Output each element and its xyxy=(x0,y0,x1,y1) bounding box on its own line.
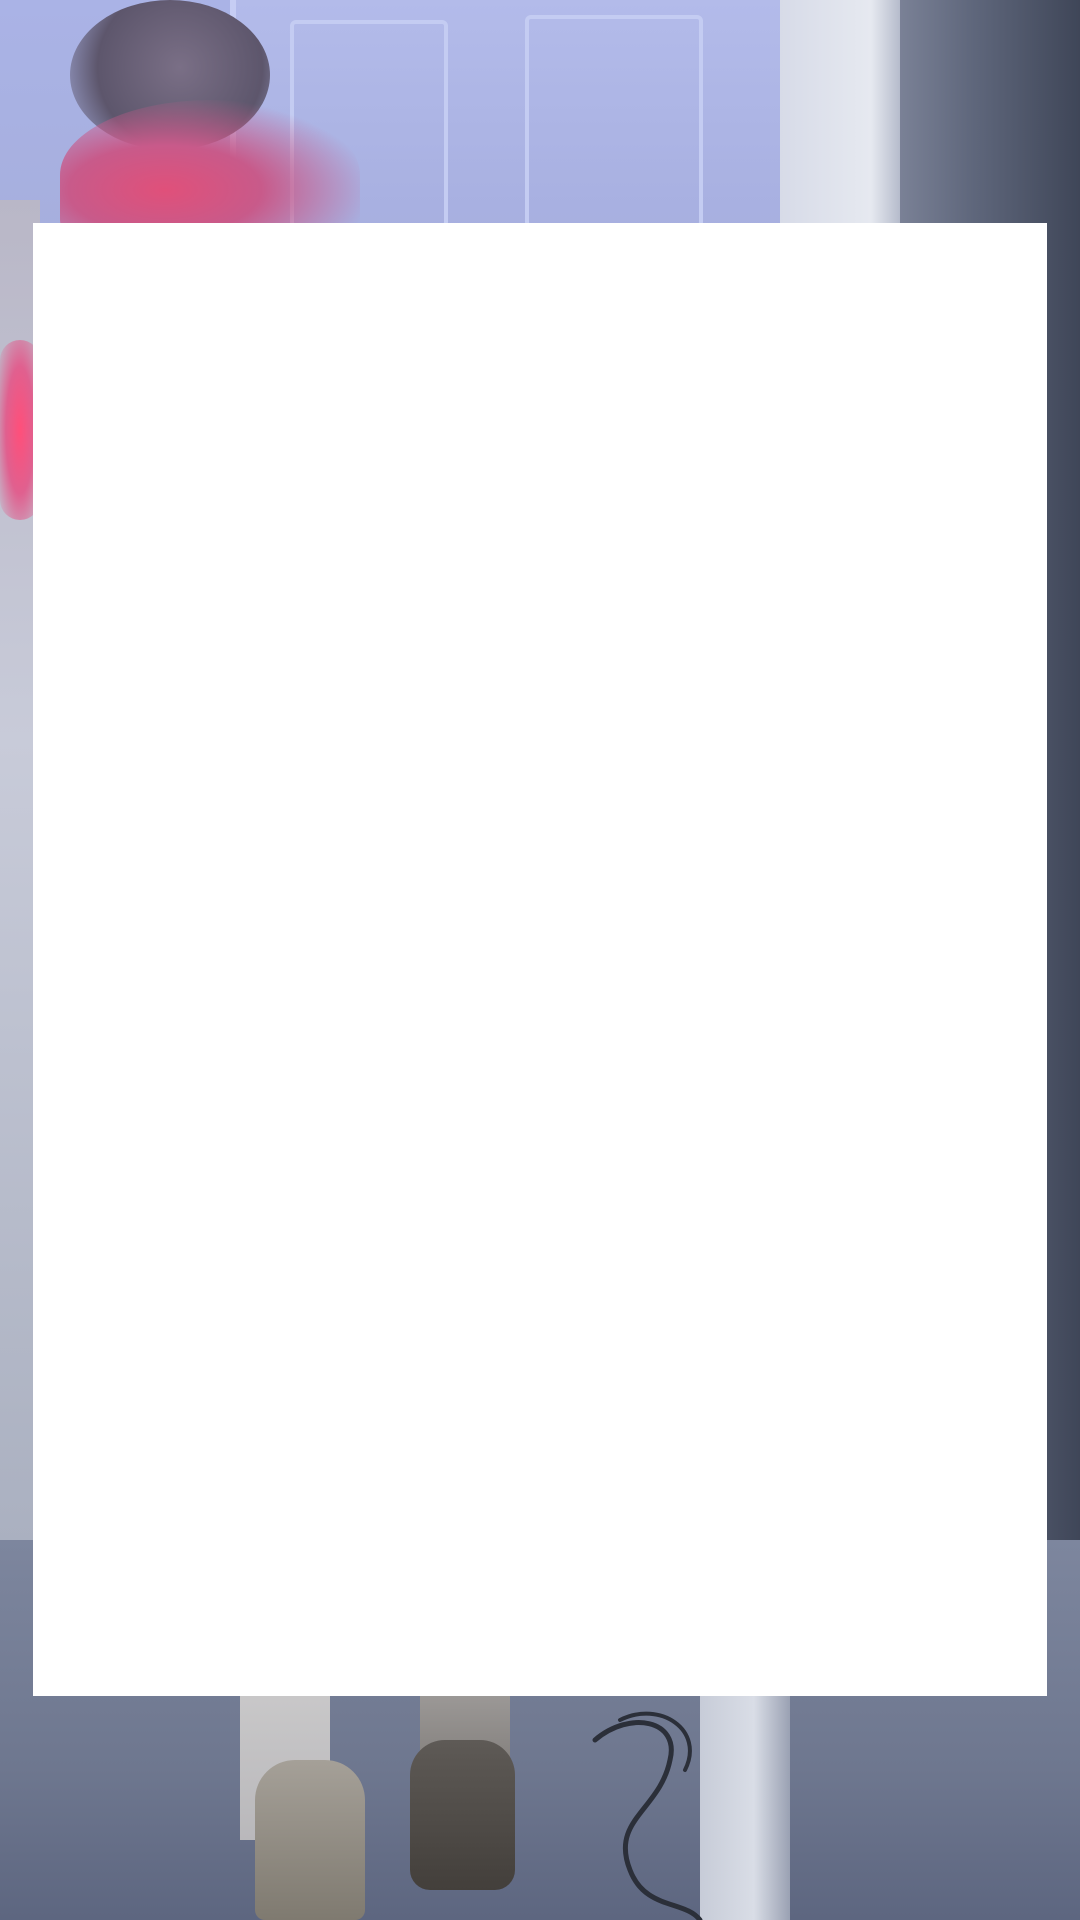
cable xyxy=(592,1711,703,1920)
sneaker-left xyxy=(255,1760,365,1920)
screen xyxy=(0,0,1080,1920)
white-panel xyxy=(700,1690,790,1920)
door-frame xyxy=(780,0,910,230)
sneaker-right xyxy=(410,1740,515,1890)
overlay-panel xyxy=(33,223,1047,1696)
door-panel xyxy=(525,15,703,228)
